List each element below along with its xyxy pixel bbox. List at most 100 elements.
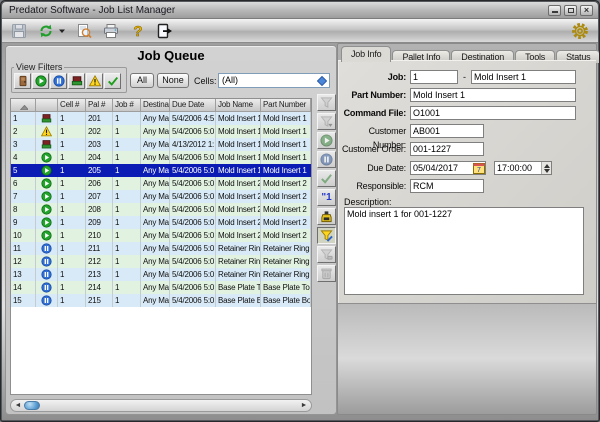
print-icon[interactable]	[102, 22, 120, 40]
cell: 5/4/2006 5:0	[170, 255, 216, 268]
cell: 5/4/2006 5:0	[170, 203, 216, 216]
column-header-job-name[interactable]: Job Name	[216, 99, 261, 112]
refresh-icon[interactable]	[37, 22, 55, 40]
none-button[interactable]: None	[157, 73, 189, 88]
cell: 1	[113, 242, 141, 255]
column-header-part-number[interactable]: Part Number	[261, 99, 311, 112]
column-header-destina[interactable]: Destina	[141, 99, 170, 112]
customer-order-input[interactable]	[410, 142, 484, 156]
cell: Mold Insert 2	[216, 177, 261, 190]
pause-icon[interactable]	[317, 151, 336, 168]
filter-complete-icon[interactable]	[104, 73, 121, 89]
save-icon[interactable]	[10, 22, 28, 40]
table-header-row: Cell #Pal #Job #DestinaDue DateJob NameP…	[11, 99, 311, 112]
scroll-left-icon[interactable]: ◄	[13, 400, 23, 411]
cell: Retainer Ring	[216, 242, 261, 255]
table-row[interactable]: 1512151Any Mac5/4/2006 5:0Base Plate Bot…	[11, 294, 311, 307]
cell: 5/4/2006 5:0	[170, 268, 216, 281]
spinner-down-icon[interactable]	[544, 169, 550, 173]
filter-hold-icon[interactable]	[14, 73, 31, 89]
customer-number-input[interactable]	[410, 124, 484, 138]
time-spinner[interactable]	[541, 162, 551, 174]
table-row[interactable]: 912091Any Mac5/4/2006 5:0Mold Insert 2Mo…	[11, 216, 311, 229]
scrollbar-thumb[interactable]	[24, 401, 40, 410]
table-row[interactable]: 412041Any Mac5/4/2006 5:0Mold Insert 1Mo…	[11, 151, 311, 164]
check-icon[interactable]	[317, 170, 336, 187]
cell: 1	[113, 151, 141, 164]
cells-dropdown[interactable]: (All)	[218, 73, 330, 88]
filter-clear-icon[interactable]	[317, 246, 336, 263]
trash-icon[interactable]	[317, 265, 336, 282]
window-body: Job Queue View Filters All None Cells: (…	[2, 43, 598, 420]
part-number-input[interactable]	[410, 88, 576, 102]
column-header-rownum[interactable]	[11, 99, 36, 112]
job-number-input[interactable]	[410, 70, 458, 84]
table-row[interactable]: 1212121Any Mac5/4/2006 5:0Retainer RingR…	[11, 255, 311, 268]
table-row[interactable]: 312031Any Mac4/13/2012 1:Mold Insert 1Mo…	[11, 138, 311, 151]
cell: Mold Insert 1	[261, 112, 311, 125]
dye-icon[interactable]	[317, 208, 336, 225]
tab-job-info[interactable]: Job Info	[341, 46, 391, 62]
filter-icon[interactable]	[317, 94, 336, 111]
spinner-up-icon[interactable]	[544, 164, 550, 168]
filter-warning-icon[interactable]	[86, 73, 103, 89]
restore-button[interactable]	[564, 5, 577, 16]
table-row[interactable]: 712071Any Mac5/4/2006 5:0Mold Insert 2Mo…	[11, 190, 311, 203]
cell: 5/4/2006 5:0	[170, 294, 216, 307]
print-preview-icon[interactable]	[75, 22, 93, 40]
table-row[interactable]: 812081Any Mac5/4/2006 5:0Mold Insert 2Mo…	[11, 203, 311, 216]
settings-gear-icon[interactable]	[570, 21, 590, 41]
cell: Retainer Ring	[216, 255, 261, 268]
minimize-button[interactable]	[548, 5, 561, 16]
scroll-right-icon[interactable]: ►	[299, 400, 309, 411]
cell: 11	[11, 242, 36, 255]
table-row[interactable]: 1412141Any Mac5/4/2006 5:0Base Plate Top…	[11, 281, 311, 294]
cell: 1	[58, 268, 86, 281]
filter-machine-icon[interactable]	[68, 73, 85, 89]
column-header-cell[interactable]: Cell #	[58, 99, 86, 112]
filter-edit-icon[interactable]	[317, 227, 336, 244]
cell: 205	[86, 164, 113, 177]
cell: 10	[11, 229, 36, 242]
filter-pause-icon[interactable]	[50, 73, 67, 89]
table-row[interactable]: 612061Any Mac5/4/2006 5:0Mold Insert 2Mo…	[11, 177, 311, 190]
column-header-status[interactable]	[36, 99, 58, 112]
table-row[interactable]: 212021Any Mac5/4/2006 5:0Mold Insert 1Mo…	[11, 125, 311, 138]
customer-order-row: Customer Order:	[338, 142, 593, 156]
warning-icon	[36, 125, 58, 138]
table-row[interactable]: 1312131Any Mac5/4/2006 5:0Retainer RingR…	[11, 268, 311, 281]
cell: Mold Insert 2	[216, 203, 261, 216]
cell: 5/4/2006 4:5	[170, 112, 216, 125]
cell: 13	[11, 268, 36, 281]
command-file-input[interactable]	[410, 106, 576, 120]
cell: 5/4/2006 5:0	[170, 242, 216, 255]
table-row[interactable]: 512051Any Mac5/4/2006 5:0Mold Insert 1Mo…	[11, 164, 311, 177]
cell: 4/13/2012 1:	[170, 138, 216, 151]
column-header-pal[interactable]: Pal #	[86, 99, 113, 112]
description-textarea[interactable]: Mold insert 1 for 001-1227	[344, 207, 584, 295]
renumber-icon[interactable]: "1	[317, 189, 336, 206]
all-button[interactable]: All	[130, 73, 154, 88]
table-row[interactable]: 112011Any Mac5/4/2006 4:5Mold Insert 1Mo…	[11, 112, 311, 125]
column-header-job[interactable]: Job #	[113, 99, 141, 112]
responsible-input[interactable]	[410, 179, 484, 193]
filter-play-icon[interactable]	[32, 73, 49, 89]
help-icon[interactable]: ?	[129, 22, 147, 40]
calendar-icon[interactable]: 7	[472, 162, 485, 174]
horizontal-scrollbar[interactable]: ◄ ►	[10, 399, 312, 412]
column-header-due-date[interactable]: Due Date	[170, 99, 216, 112]
cell: 1	[113, 294, 141, 307]
exit-icon[interactable]	[156, 22, 174, 40]
table-row[interactable]: 1112111Any Mac5/4/2006 5:0Retainer RingR…	[11, 242, 311, 255]
play-icon[interactable]	[317, 132, 336, 149]
job-name-input[interactable]	[471, 70, 576, 84]
table-body: 112011Any Mac5/4/2006 4:5Mold Insert 1Mo…	[11, 112, 311, 307]
dropdown-arrow-icon[interactable]	[57, 22, 66, 40]
cell: 1	[58, 112, 86, 125]
filter-remove-icon[interactable]	[317, 113, 336, 130]
cell: Any Mac	[141, 294, 170, 307]
close-button[interactable]: ×	[580, 5, 593, 16]
cell: Mold Insert 2	[261, 216, 311, 229]
table-row[interactable]: 1012101Any Mac5/4/2006 5:0Mold Insert 2M…	[11, 229, 311, 242]
app-window: Predator Software - Job List Manager × ?…	[0, 0, 600, 422]
